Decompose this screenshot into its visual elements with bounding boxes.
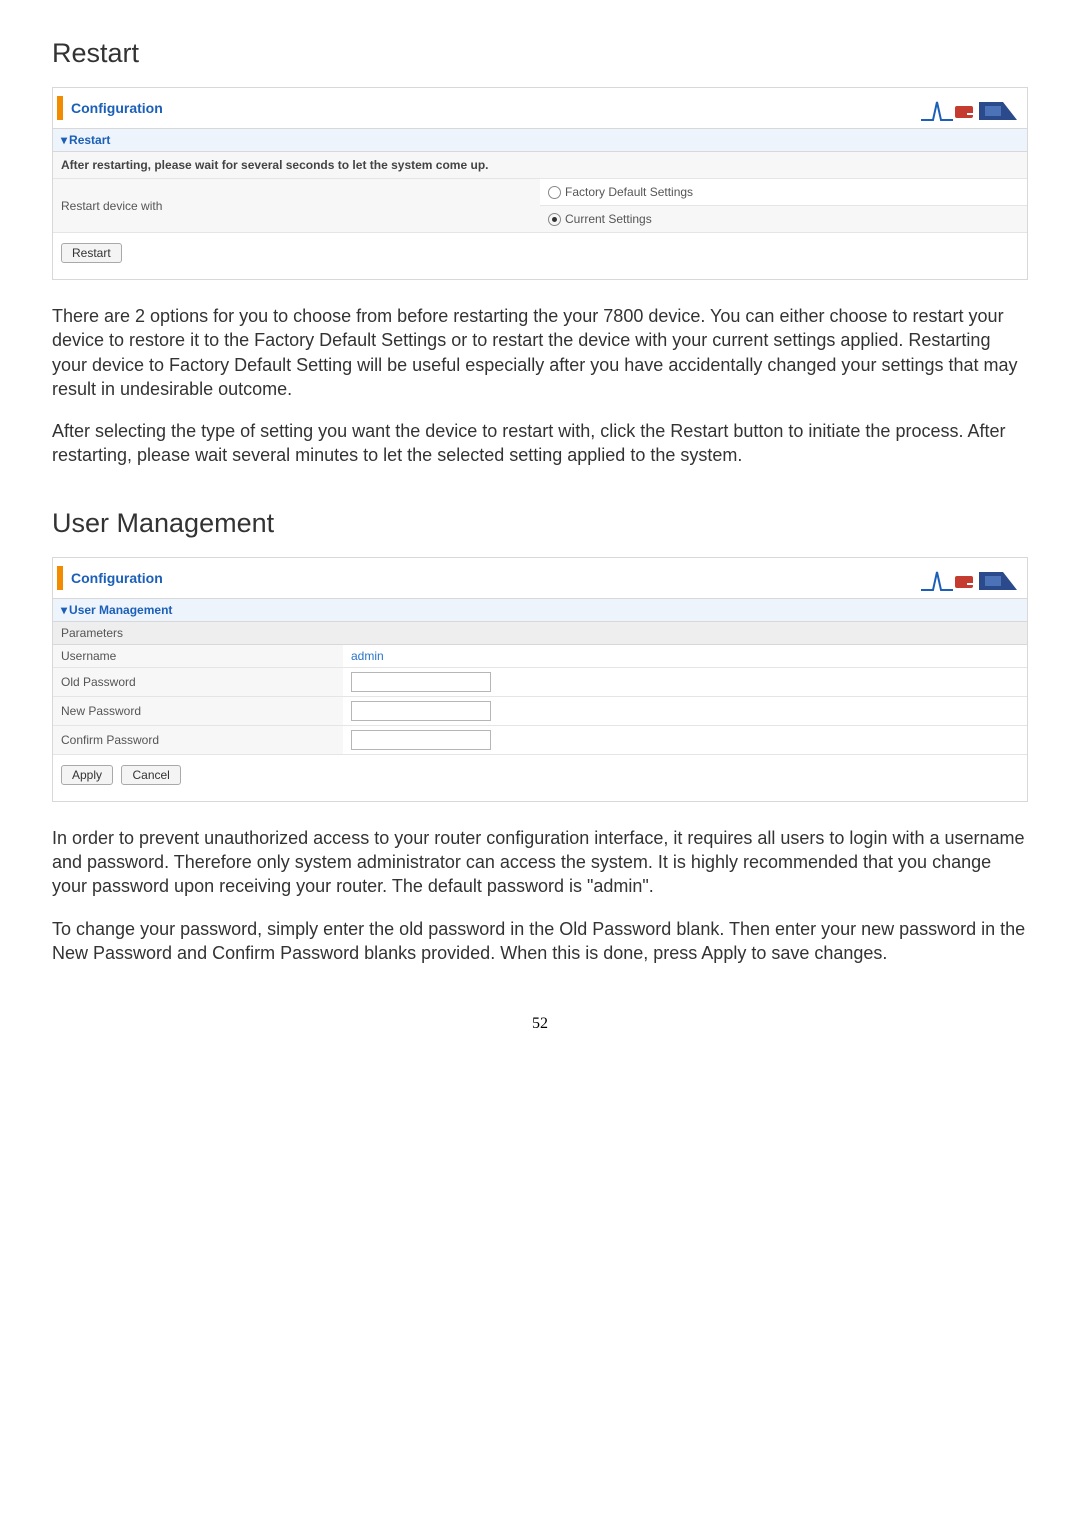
- restart-device-with-label: Restart device with: [53, 179, 540, 233]
- old-password-label: Old Password: [53, 667, 343, 696]
- panel-title: Configuration: [71, 100, 163, 116]
- restart-heading: Restart: [52, 38, 1028, 69]
- username-label: Username: [53, 645, 343, 668]
- restart-panel: Configuration ▾Restart After restarting,…: [52, 87, 1028, 280]
- caret-down-icon: ▾: [61, 133, 67, 147]
- factory-default-label: Factory Default Settings: [565, 185, 693, 199]
- brand-logo: [919, 562, 1019, 594]
- subsection-label: Restart: [69, 133, 110, 147]
- new-password-label: New Password: [53, 696, 343, 725]
- restart-button[interactable]: Restart: [61, 243, 122, 263]
- restart-options-table: Restart device with Factory Default Sett…: [53, 179, 1027, 233]
- caret-down-icon: ▾: [61, 603, 67, 617]
- user-management-panel: Configuration ▾User Management Parameter…: [52, 557, 1028, 802]
- user-management-heading: User Management: [52, 508, 1028, 539]
- confirm-password-input[interactable]: [351, 730, 491, 750]
- restart-info-text: After restarting, please wait for severa…: [53, 152, 1027, 179]
- panel-header: Configuration: [53, 558, 1027, 599]
- new-password-input[interactable]: [351, 701, 491, 721]
- factory-default-radio[interactable]: Factory Default Settings: [548, 183, 1019, 201]
- user-management-paragraph-1: In order to prevent unauthorized access …: [52, 826, 1028, 899]
- parameters-header: Parameters: [53, 622, 1027, 645]
- old-password-input[interactable]: [351, 672, 491, 692]
- apply-button[interactable]: Apply: [61, 765, 113, 785]
- restart-subsection[interactable]: ▾Restart: [53, 129, 1027, 152]
- page-number: 52: [52, 1015, 1028, 1033]
- brand-logo: [919, 92, 1019, 124]
- accent-bar: [57, 96, 63, 120]
- panel-title: Configuration: [71, 570, 163, 586]
- current-settings-radio[interactable]: Current Settings: [548, 210, 1019, 228]
- accent-bar: [57, 566, 63, 590]
- user-management-table: Username admin Old Password New Password…: [53, 645, 1027, 755]
- radio-checked-icon: [548, 213, 561, 226]
- subsection-label: User Management: [69, 603, 172, 617]
- user-management-subsection[interactable]: ▾User Management: [53, 599, 1027, 622]
- panel-header: Configuration: [53, 88, 1027, 129]
- cancel-button[interactable]: Cancel: [121, 765, 180, 785]
- radio-unchecked-icon: [548, 186, 561, 199]
- user-management-paragraph-2: To change your password, simply enter th…: [52, 917, 1028, 966]
- restart-paragraph-2: After selecting the type of setting you …: [52, 419, 1028, 468]
- current-settings-label: Current Settings: [565, 212, 652, 226]
- username-value: admin: [351, 649, 384, 663]
- restart-paragraph-1: There are 2 options for you to choose fr…: [52, 304, 1028, 401]
- confirm-password-label: Confirm Password: [53, 725, 343, 754]
